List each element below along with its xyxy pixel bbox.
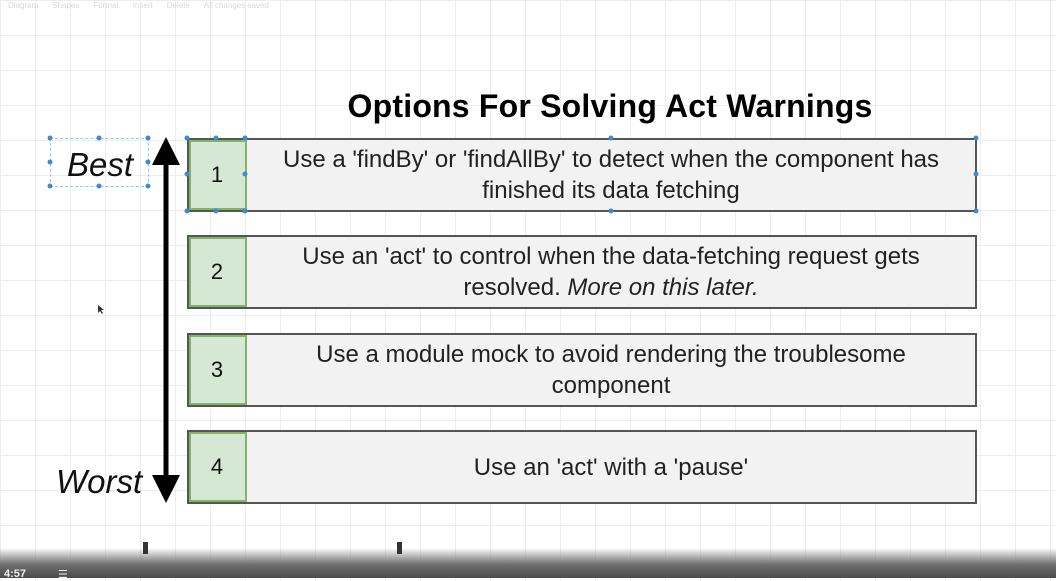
option-number: 2 [189,237,247,307]
worst-label[interactable]: Worst [56,463,142,501]
selection-handle[interactable] [973,135,979,141]
video-timecode: 4:57 [4,568,27,580]
option-row-1[interactable]: 1 Use a 'findBy' or 'findAllBy' to detec… [187,138,977,212]
option-row-3[interactable]: 3 Use a module mock to avoid rendering t… [187,333,977,407]
save-status: All changes saved [203,0,269,10]
selection-handle[interactable] [184,171,190,177]
option-number: 4 [189,432,247,502]
option-text-container: Use an 'act' to control when the data-fe… [247,237,975,307]
selection-handle[interactable] [242,135,248,141]
best-label[interactable]: Best [52,146,148,186]
selection-handle[interactable] [242,171,248,177]
chapter-marker[interactable] [397,542,402,554]
toolbar-shapes-menu[interactable]: Shapes [52,1,79,10]
option-row-2[interactable]: 2 Use an 'act' to control when the data-… [187,235,977,309]
selection-handle[interactable] [973,208,979,214]
double-arrow-icon[interactable] [148,135,184,505]
selection-handle[interactable] [47,159,53,165]
selection-handle[interactable] [184,135,190,141]
diagram-title[interactable]: Options For Solving Act Warnings [320,88,900,125]
option-text: Use an 'act' with a 'pause' [473,453,749,481]
toolbar-diagram-menu[interactable]: Diagram [8,1,38,10]
selection-handle[interactable] [608,135,614,141]
selection-handle[interactable] [47,183,53,189]
option-number: 1 [189,140,247,210]
selection-handle[interactable] [213,135,219,141]
selection-handle[interactable] [47,135,53,141]
option-text: Use a 'findBy' or 'findAllBy' to detect … [282,146,940,204]
toolbar-delete-menu[interactable]: Delete [167,1,190,10]
mouse-cursor-icon [98,305,104,314]
option-text: Use a module mock to avoid rendering the… [316,341,906,399]
option-note: More on this later. [567,274,759,301]
option-row-4[interactable]: 4 Use an 'act' with a 'pause' [187,430,977,504]
chapter-marker[interactable] [143,542,148,554]
editor-toolbar: Diagram Shapes Format Insert Delete All … [0,0,1056,10]
selection-handle[interactable] [242,208,248,214]
selection-handle[interactable] [608,208,614,214]
selection-handle[interactable] [96,135,102,141]
selection-handle[interactable] [184,208,190,214]
selection-handle[interactable] [213,208,219,214]
option-number: 3 [189,335,247,405]
video-player-bar: 4:57 ☰ [0,542,1056,581]
selection-handle[interactable] [96,183,102,189]
menu-icon[interactable]: ☰ [58,568,72,581]
toolbar-format-menu[interactable]: Format [93,1,118,10]
selection-handle[interactable] [973,171,979,177]
toolbar-insert-menu[interactable]: Insert [133,1,153,10]
